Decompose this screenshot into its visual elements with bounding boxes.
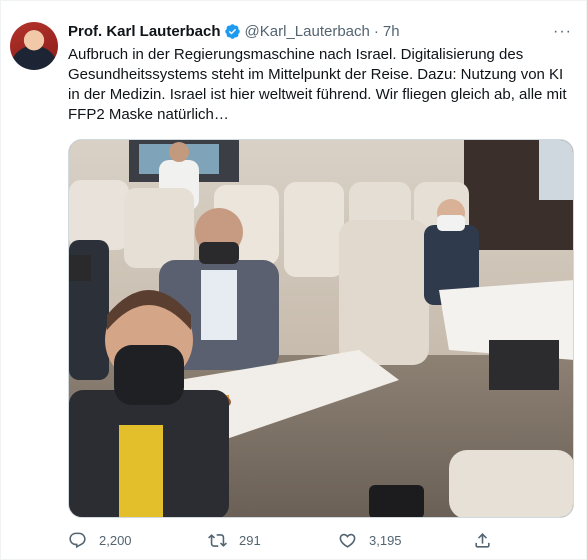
reply-icon [69, 532, 86, 549]
more-options-icon[interactable]: ··· [553, 23, 572, 41]
heart-icon [339, 533, 356, 548]
tweet-card: Prof. Karl Lauterbach @Karl_Lauterbach ·… [0, 0, 587, 560]
retweet-action[interactable]: 291 [208, 531, 261, 550]
tweet-photo[interactable] [68, 139, 574, 518]
tweet-actions: 2,200 291 3,195 [68, 531, 498, 553]
like-count: 3,195 [369, 533, 402, 548]
tweet-header: Prof. Karl Lauterbach @Karl_Lauterbach ·… [68, 23, 400, 40]
retweet-icon [208, 534, 227, 547]
separator-dot: · [373, 23, 379, 40]
retweet-count: 291 [239, 533, 261, 548]
author-name[interactable]: Prof. Karl Lauterbach [68, 23, 221, 40]
share-action[interactable] [473, 531, 504, 550]
tweet-timestamp[interactable]: 7h [383, 23, 400, 40]
share-icon [475, 533, 490, 548]
cabin-photo-illustration [69, 140, 573, 517]
tweet-text: Aufbruch in der Regierungsmaschine nach … [68, 46, 567, 123]
author-avatar[interactable] [10, 22, 58, 70]
verified-badge-icon [224, 23, 241, 40]
like-action[interactable]: 3,195 [338, 531, 402, 550]
reply-count: 2,200 [99, 533, 132, 548]
author-handle[interactable]: @Karl_Lauterbach [245, 23, 370, 40]
reply-action[interactable]: 2,200 [68, 531, 132, 550]
